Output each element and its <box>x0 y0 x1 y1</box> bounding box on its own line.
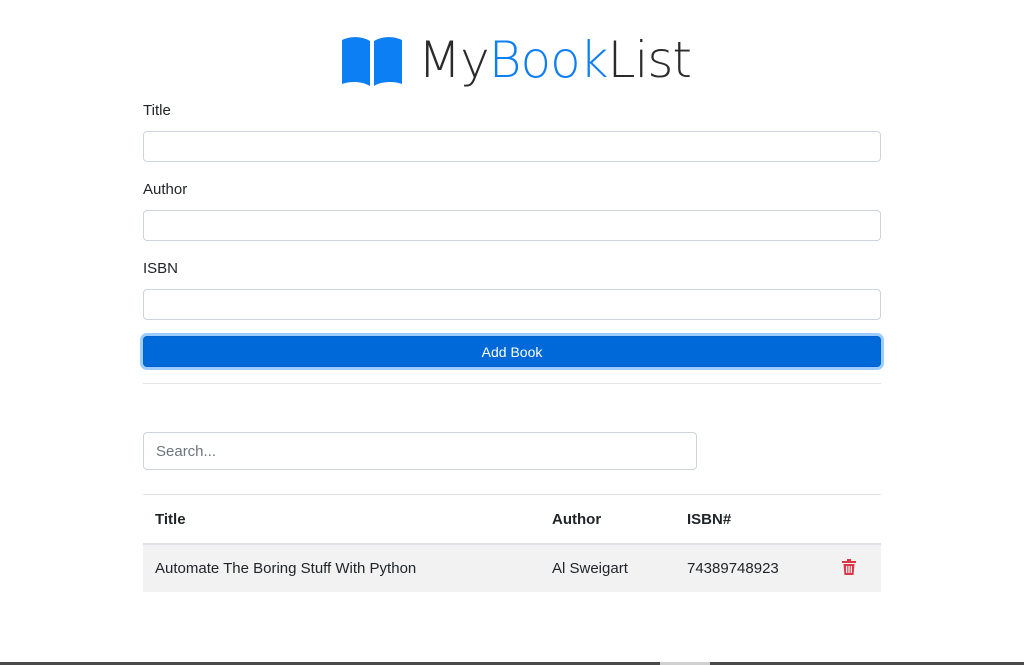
cell-title: Automate The Boring Stuff With Python <box>143 544 540 592</box>
author-field[interactable] <box>143 210 881 241</box>
divider <box>143 383 881 384</box>
delete-book-button[interactable] <box>842 558 856 579</box>
brand-text-book: Book <box>488 31 609 89</box>
header-title: Title <box>143 494 540 545</box>
header-actions <box>830 494 881 545</box>
table-header-row: Title Author ISBN# <box>143 494 881 545</box>
page: MyBookList Title Author ISBN Add Book Ti… <box>0 0 1024 665</box>
table-row: Automate The Boring Stuff With Python Al… <box>143 544 881 592</box>
app-logo: My Book List <box>340 30 692 90</box>
add-book-button[interactable]: Add Book <box>143 336 881 367</box>
trash-icon <box>842 558 856 575</box>
cell-actions <box>830 544 881 592</box>
cell-author: Al Sweigart <box>540 544 675 592</box>
title-field[interactable] <box>143 131 881 162</box>
cell-isbn: 74389748923 <box>675 544 830 592</box>
header-author: Author <box>540 494 675 545</box>
brand-text-my: My <box>418 31 490 89</box>
brand-text-list: List <box>607 31 692 89</box>
search-input[interactable] <box>143 432 697 470</box>
header-isbn: ISBN# <box>675 494 830 545</box>
book-table: Title Author ISBN# Automate The Boring S… <box>143 494 881 592</box>
isbn-label: ISBN <box>143 260 179 277</box>
isbn-field[interactable] <box>143 289 881 320</box>
title-label: Title <box>143 102 171 119</box>
book-open-icon <box>342 37 402 86</box>
author-label: Author <box>143 181 188 198</box>
